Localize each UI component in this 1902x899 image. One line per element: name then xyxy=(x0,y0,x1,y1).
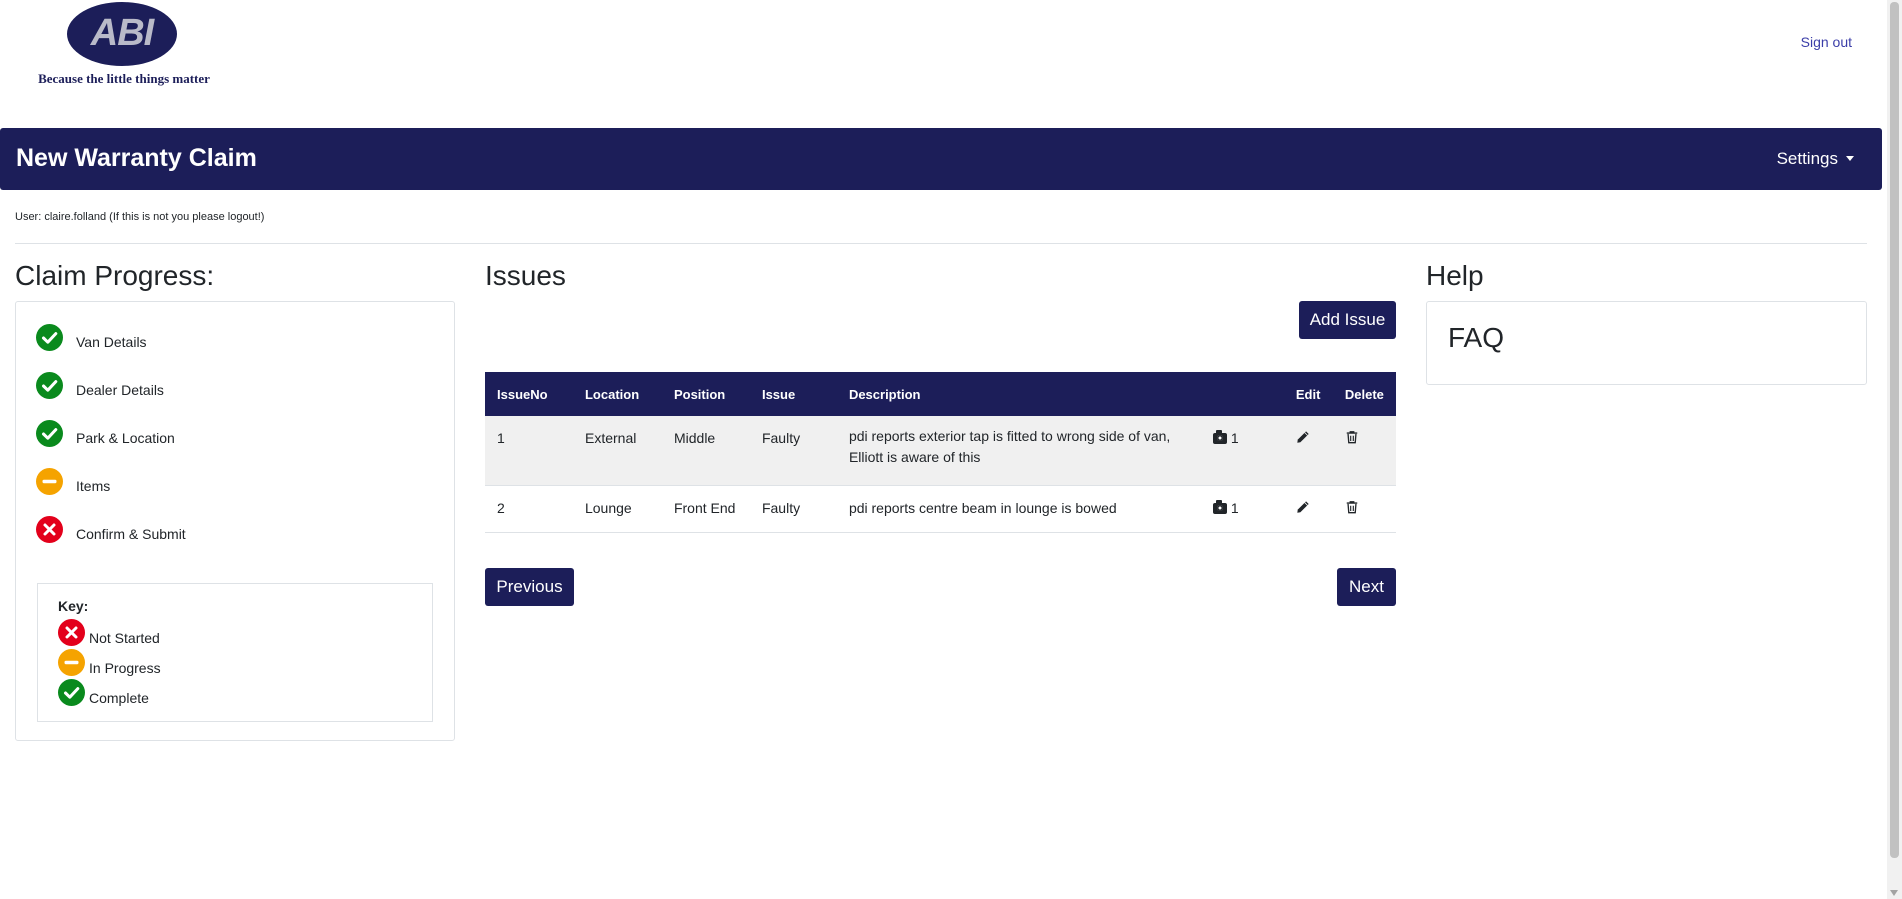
scroll-down-arrow-icon[interactable] xyxy=(1890,890,1898,896)
column-header-description: Description xyxy=(836,372,1201,416)
vertical-scrollbar[interactable] xyxy=(1887,0,1902,899)
abi-logo[interactable]: ABI Because the little things matter xyxy=(29,2,219,86)
x-circle-icon xyxy=(58,619,85,646)
scrollbar-thumb[interactable] xyxy=(1890,2,1899,858)
column-header-location: Location xyxy=(572,372,662,416)
help-card: FAQ xyxy=(1426,301,1867,385)
cell-description: pdi reports exterior tap is fitted to wr… xyxy=(836,416,1201,486)
status-key: Key: Not Started In Progress Complete xyxy=(37,583,433,722)
claim-progress-card: Van Details Dealer Details Park & Locati… xyxy=(15,301,455,741)
dash-circle-icon xyxy=(58,649,85,676)
camera-icon xyxy=(1212,499,1227,514)
key-label: Not Started xyxy=(89,630,160,646)
caret-down-icon xyxy=(1846,156,1854,161)
column-header-issueno: IssueNo xyxy=(485,372,573,416)
trash-icon[interactable] xyxy=(1345,500,1359,514)
cell-issueno: 2 xyxy=(485,485,573,533)
faq-link[interactable]: FAQ xyxy=(1448,322,1504,354)
cell-issue: Faulty xyxy=(749,485,837,533)
column-header-position: Position xyxy=(661,372,750,416)
cell-issueno: 1 xyxy=(485,416,573,486)
issues-heading: Issues xyxy=(485,260,566,291)
top-header: ABI Because the little things matter Sig… xyxy=(0,0,1882,128)
next-button[interactable]: Next xyxy=(1337,568,1396,606)
navbar: New Warranty Claim Settings xyxy=(0,128,1882,190)
previous-button[interactable]: Previous xyxy=(485,568,574,606)
check-circle-icon xyxy=(36,372,63,399)
step-label: Van Details xyxy=(76,334,147,350)
pencil-icon[interactable] xyxy=(1296,500,1310,514)
issues-table: IssueNo Location Position Issue Descript… xyxy=(485,372,1396,533)
photo-count: 1 xyxy=(1230,430,1239,446)
cell-position: Middle xyxy=(661,416,750,486)
settings-label: Settings xyxy=(1776,149,1838,168)
photo-count: 1 xyxy=(1230,499,1239,516)
x-circle-icon xyxy=(36,516,63,543)
dash-circle-icon xyxy=(36,468,63,495)
cell-issue: Faulty xyxy=(749,416,837,486)
help-heading: Help xyxy=(1426,260,1484,291)
table-header-row: IssueNo Location Position Issue Descript… xyxy=(485,372,1396,416)
key-label: Complete xyxy=(89,690,149,706)
page-title[interactable]: New Warranty Claim xyxy=(16,144,257,173)
cell-photos[interactable]: 1 xyxy=(1200,416,1284,486)
cell-description: pdi reports centre beam in lounge is bow… xyxy=(836,485,1201,533)
claim-progress-heading: Claim Progress: xyxy=(15,260,215,291)
step-label: Dealer Details xyxy=(76,382,164,398)
camera-icon xyxy=(1212,430,1227,444)
table-row: 2 Lounge Front End Faulty pdi reports ce… xyxy=(485,485,1396,533)
trash-icon[interactable] xyxy=(1345,430,1359,444)
column-header-issue: Issue xyxy=(749,372,837,416)
cell-location: Lounge xyxy=(572,485,662,533)
step-label: Confirm & Submit xyxy=(76,526,186,542)
sign-out-link[interactable]: Sign out xyxy=(1801,34,1852,50)
check-circle-icon xyxy=(36,420,63,447)
cell-edit xyxy=(1283,485,1333,533)
add-issue-button[interactable]: Add Issue xyxy=(1299,301,1396,339)
cell-delete xyxy=(1332,416,1396,486)
pencil-icon[interactable] xyxy=(1296,430,1310,444)
step-label: Park & Location xyxy=(76,430,175,446)
cell-location: External xyxy=(572,416,662,486)
cell-photos[interactable]: 1 xyxy=(1200,485,1284,533)
check-circle-icon xyxy=(36,324,63,351)
divider xyxy=(15,243,1867,244)
column-header-photos xyxy=(1200,372,1284,416)
logo-oval: ABI xyxy=(67,2,177,66)
step-label: Items xyxy=(76,478,111,494)
key-title: Key: xyxy=(58,598,89,614)
check-circle-icon xyxy=(58,679,85,706)
logo-tagline: Because the little things matter xyxy=(38,71,210,86)
cell-position: Front End xyxy=(661,485,750,533)
cell-edit xyxy=(1283,416,1333,486)
table-row: 1 External Middle Faulty pdi reports ext… xyxy=(485,416,1396,486)
column-header-edit: Edit xyxy=(1283,372,1333,416)
user-info: User: claire.folland (If this is not you… xyxy=(15,211,265,223)
key-label: In Progress xyxy=(89,660,161,676)
logo-text: ABI xyxy=(90,12,154,54)
settings-dropdown[interactable]: Settings xyxy=(1777,149,1854,169)
cell-delete xyxy=(1332,485,1396,533)
column-header-delete: Delete xyxy=(1332,372,1396,416)
